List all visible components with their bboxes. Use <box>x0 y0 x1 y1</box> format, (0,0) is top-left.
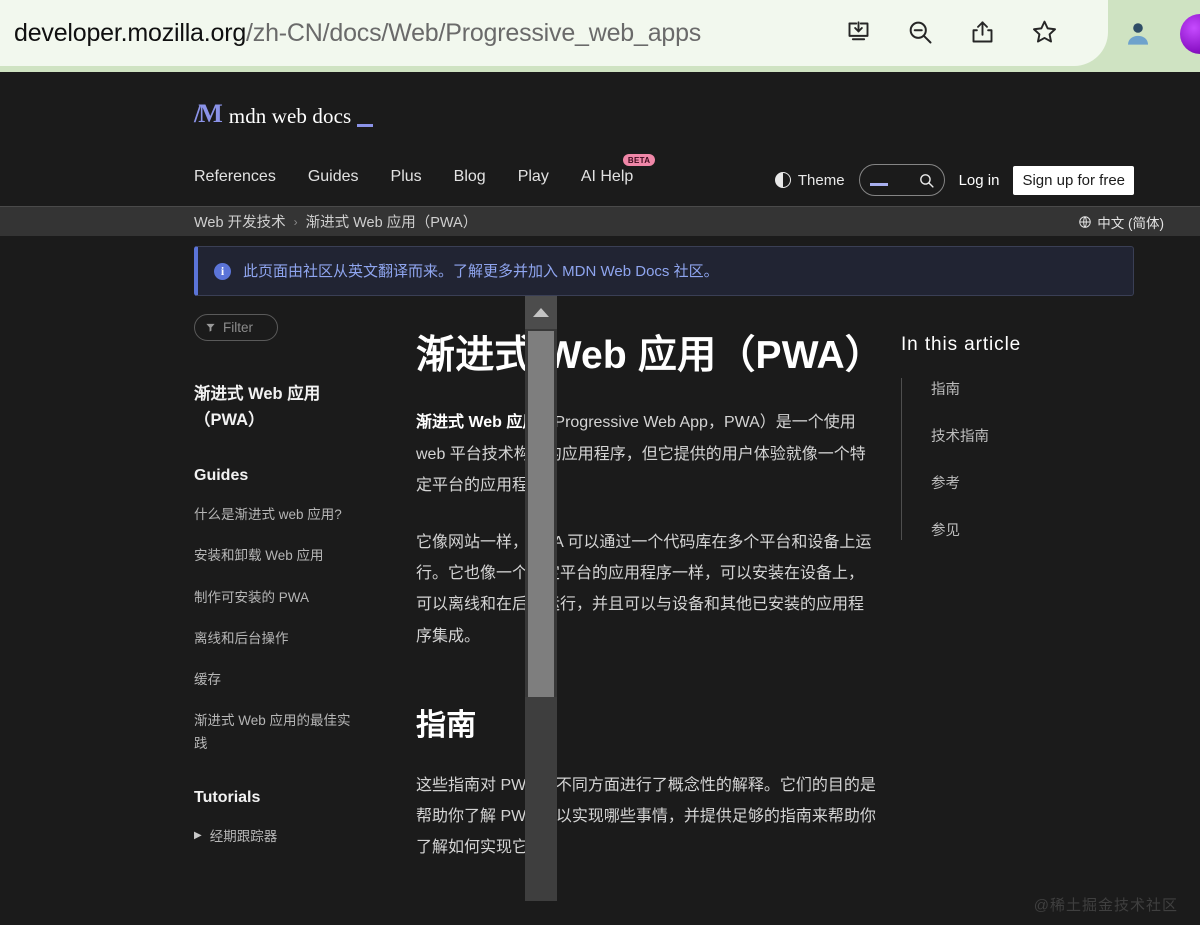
article-paragraph-3: 这些指南对 PWA 的不同方面进行了概念性的解释。它们的目的是帮助你了解 PWA… <box>416 776 876 857</box>
scrollbar-track[interactable] <box>525 697 557 901</box>
mdn-logo[interactable]: /M mdn web docs <box>194 99 373 129</box>
search-input[interactable] <box>858 164 945 196</box>
site-header: /M mdn web docs References Guides Plus B… <box>0 72 1200 206</box>
mdn-logo-text: mdn web docs <box>229 104 374 129</box>
breadcrumb: Web 开发技术 › 渐进式 Web 应用（PWA） <box>194 211 477 232</box>
nav-label: Blog <box>453 168 486 185</box>
toc-list: 指南 技术指南 参考 参见 <box>901 378 1131 540</box>
language-switcher[interactable]: 中文 (简体) <box>1078 212 1164 232</box>
filter-placeholder: Filter <box>223 320 253 335</box>
filter-icon <box>206 323 215 332</box>
nav-label: Play <box>517 168 549 185</box>
toc-title: In this article <box>901 334 1022 355</box>
nav-item-play[interactable]: Play <box>518 168 549 186</box>
sidebar-item-install-uninstall[interactable]: 安装和卸载 Web 应用 <box>194 545 360 567</box>
sidebar-item-best-practices[interactable]: 渐进式 Web 应用的最佳实践 <box>194 710 360 755</box>
scrollbar-thumb[interactable] <box>528 331 554 697</box>
info-icon: i <box>214 262 231 280</box>
search-icon <box>919 173 934 188</box>
toc-item-reference[interactable]: 参考 <box>931 472 1131 493</box>
nav-item-blog[interactable]: Blog <box>454 168 486 186</box>
in-this-article-toc: In this article 指南 技术指南 参考 参见 <box>901 314 1131 863</box>
beta-badge: BETA <box>622 154 656 166</box>
translation-notice: i 此页面由社区从英文翻译而来。了解更多并加入 MDN Web Docs 社区。 <box>194 246 1134 296</box>
toc-item-technical-guides[interactable]: 技术指南 <box>931 425 1131 446</box>
theme-contrast-icon <box>774 172 791 188</box>
toc-item-see-also[interactable]: 参见 <box>931 519 1131 540</box>
breadcrumb-item-web[interactable]: Web 开发技术 <box>194 211 286 232</box>
sidebar-heading-tutorials: Tutorials <box>194 788 261 806</box>
sidebar-item-offline-background[interactable]: 离线和后台操作 <box>194 628 360 650</box>
sidebar-item-cycle-tracker[interactable]: ▶ 经期跟踪器 <box>194 826 360 848</box>
sidebar-item-what-is-pwa[interactable]: 什么是渐进式 web 应用? <box>194 504 360 526</box>
sidebar-heading-guides: Guides <box>194 467 249 485</box>
article-paragraph-1: 渐进式 Web 应用（Progressive Web App，PWA）是一个使用… <box>416 407 876 501</box>
bookmark-star-icon[interactable] <box>1024 10 1064 54</box>
nav-label: Plus <box>390 168 422 185</box>
nav-item-plus[interactable]: Plus <box>391 168 422 186</box>
page-body: Filter 渐进式 Web 应用（PWA） Guides 什么是渐进式 web… <box>0 296 1200 901</box>
main-nav: References Guides Plus Blog Play AI Help… <box>194 154 656 186</box>
mdn-logo-mark: /M <box>194 99 223 128</box>
breadcrumb-item-current: 渐进式 Web 应用（PWA） <box>305 215 478 231</box>
breadcrumb-separator-icon: › <box>293 214 298 229</box>
url-text: developer.mozilla.org/zh-CN/docs/Web/Pro… <box>14 19 701 48</box>
url-host: developer.mozilla.org <box>14 18 247 47</box>
search-text-cursor <box>869 183 888 186</box>
breadcrumb-bar: Web 开发技术 › 渐进式 Web 应用（PWA） 中文 (简体) <box>0 206 1200 236</box>
signup-button[interactable]: Sign up for free <box>1013 165 1134 195</box>
theme-label: Theme <box>797 171 845 189</box>
share-icon[interactable] <box>962 10 1002 54</box>
notice-wrapper: i 此页面由社区从英文翻译而来。了解更多并加入 MDN Web Docs 社区。 <box>0 236 1200 296</box>
article-lead-term: 渐进式 Web 应用 <box>416 414 539 432</box>
nav-item-guides[interactable]: Guides <box>308 168 359 186</box>
notice-text[interactable]: 此页面由社区从英文翻译而来。了解更多并加入 MDN Web Docs 社区。 <box>243 261 719 282</box>
chevron-right-icon: ▶ <box>194 829 202 841</box>
sidebar: Filter 渐进式 Web 应用（PWA） Guides 什么是渐进式 web… <box>194 296 557 901</box>
sidebar-scrollbar[interactable] <box>525 296 557 901</box>
sidebar-item-caching[interactable]: 缓存 <box>194 669 360 691</box>
profile-avatar[interactable] <box>1122 18 1154 50</box>
sidebar-item-installable-pwa[interactable]: 制作可安装的 PWA <box>194 587 360 609</box>
theme-toggle-button[interactable]: Theme <box>774 171 845 189</box>
browser-chrome: developer.mozilla.org/zh-CN/docs/Web/Pro… <box>0 0 1200 72</box>
header-actions: Theme Log in Sign up for free <box>774 164 1134 196</box>
article-paragraph-2: 它像网站一样，PWA 可以通过一个代码库在多个平台和设备上运行。它也像一个特定平… <box>416 534 872 645</box>
article: 渐进式 Web 应用（PWA） 渐进式 Web 应用（Progressive W… <box>416 314 885 863</box>
globe-icon <box>1079 215 1091 228</box>
scroll-up-button[interactable] <box>525 296 557 329</box>
login-link[interactable]: Log in <box>959 172 1000 189</box>
install-app-icon[interactable] <box>838 10 878 54</box>
sidebar-title: 渐进式 Web 应用（PWA） <box>194 385 321 429</box>
toc-item-guides[interactable]: 指南 <box>931 378 1131 399</box>
language-label: 中文 (简体) <box>1097 215 1164 231</box>
watermark: @稀土掘金技术社区 <box>1033 897 1178 914</box>
sidebar-filter-input[interactable]: Filter <box>194 314 278 341</box>
nav-label: Guides <box>307 168 359 185</box>
zoom-out-icon[interactable] <box>900 10 940 54</box>
nav-item-ai-help[interactable]: AI Help BETA <box>580 154 656 186</box>
page-title: 渐进式 Web 应用（PWA） <box>416 334 885 377</box>
url-path: /zh-CN/docs/Web/Progressive_web_apps <box>246 18 702 47</box>
chevron-up-icon <box>533 308 549 317</box>
nav-item-references[interactable]: References <box>194 168 276 186</box>
article-heading-guides: 指南 <box>416 708 477 742</box>
extension-icon[interactable] <box>1180 14 1200 54</box>
nav-label: References <box>194 168 276 185</box>
mdn-page: /M mdn web docs References Guides Plus B… <box>0 72 1200 925</box>
browser-toolbar-icons <box>838 10 1064 54</box>
nav-label: AI Help <box>580 168 634 185</box>
sidebar-item-label: 经期跟踪器 <box>209 828 278 844</box>
